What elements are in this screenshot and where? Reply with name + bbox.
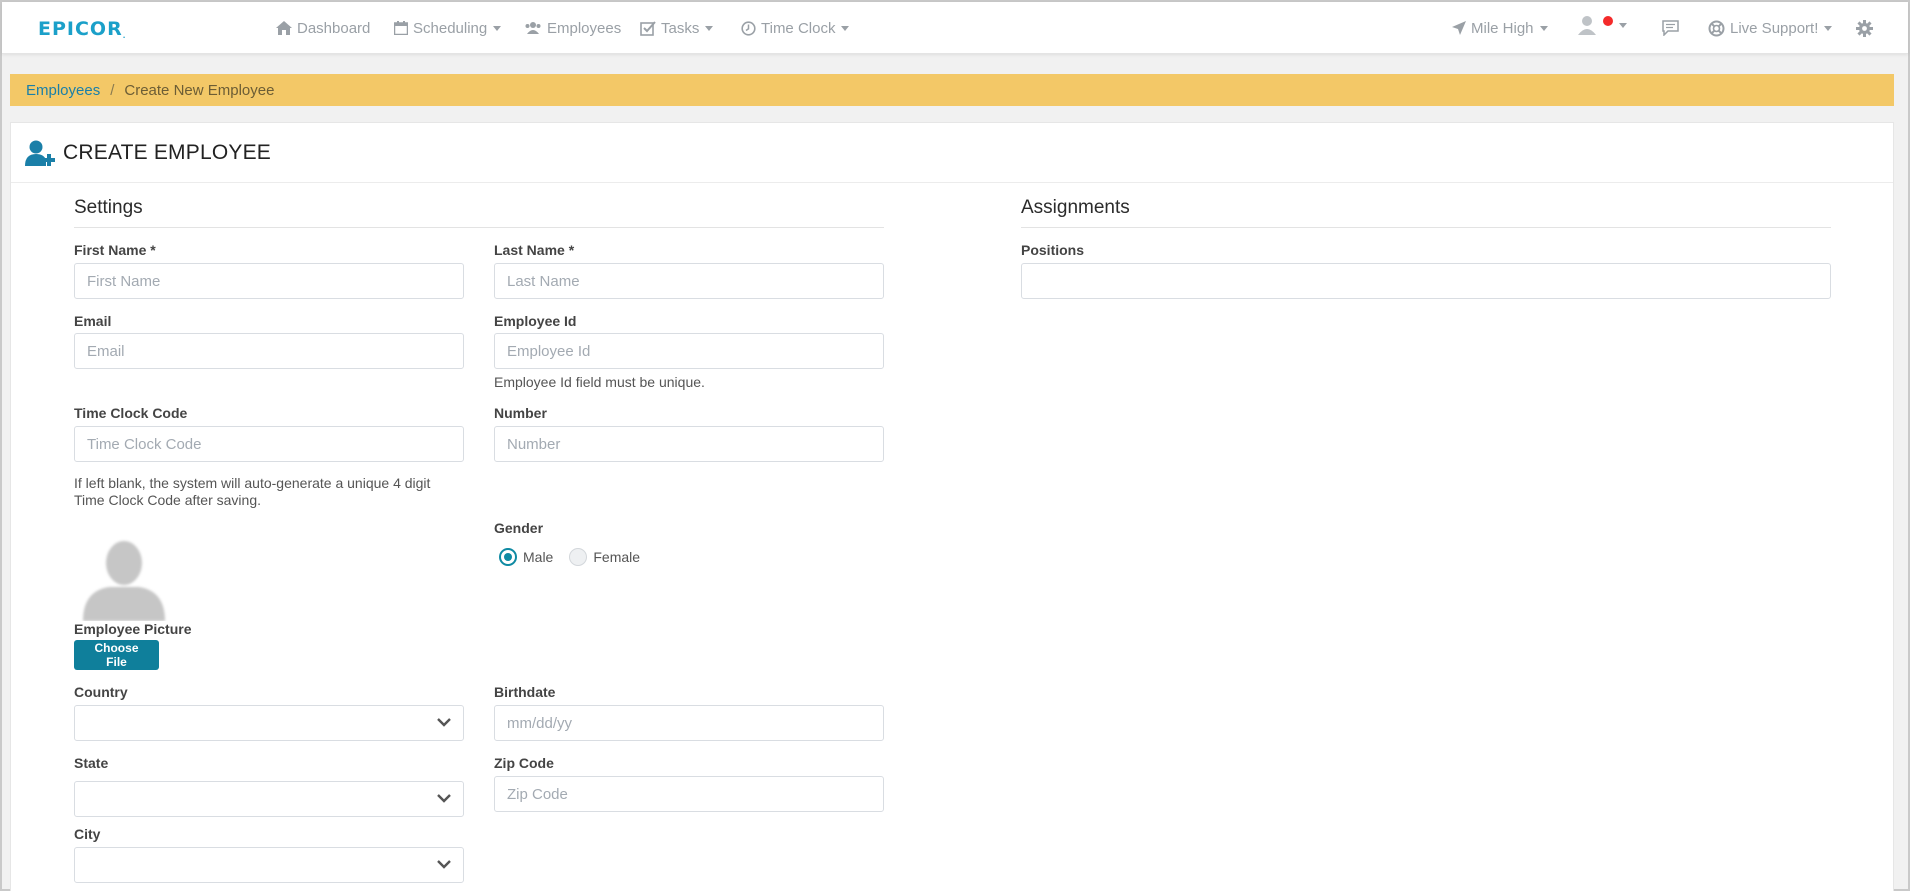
- chevron-down-icon: [1824, 25, 1833, 31]
- nav-scheduling[interactable]: Scheduling: [394, 18, 502, 38]
- nav-live-support[interactable]: Live Support!: [1708, 18, 1833, 38]
- time-clock-code-label: Time Clock Code: [74, 405, 188, 421]
- nav-time-clock-label: Time Clock: [761, 19, 836, 37]
- calendar-icon: [394, 21, 408, 35]
- create-employee-panel: CREATE EMPLOYEE Settings First Name * La…: [10, 122, 1894, 891]
- breadcrumb: Employees / Create New Employee: [10, 74, 1894, 106]
- chevron-down-icon: [1619, 22, 1627, 28]
- nav-live-support-label: Live Support!: [1730, 19, 1819, 37]
- nav-employees[interactable]: Employees: [524, 18, 621, 38]
- chevron-down-icon: [437, 718, 451, 727]
- assignments-heading: Assignments: [1021, 197, 1130, 218]
- birthdate-label: Birthdate: [494, 684, 556, 700]
- country-label: Country: [74, 684, 128, 700]
- nav-time-clock[interactable]: Time Clock: [741, 18, 850, 38]
- nav-tasks[interactable]: Tasks: [640, 18, 714, 38]
- nav-scheduling-label: Scheduling: [413, 19, 488, 37]
- gender-female-label: Female: [593, 549, 641, 565]
- time-clock-code-input[interactable]: [74, 426, 464, 462]
- location-arrow-icon: [1452, 21, 1466, 35]
- check-square-icon: [640, 20, 656, 36]
- panel-header: CREATE EMPLOYEE: [11, 123, 1893, 183]
- settings-button[interactable]: [1856, 18, 1878, 38]
- chevron-down-icon: [705, 25, 714, 31]
- lifebuoy-icon: [1708, 20, 1725, 36]
- employee-id-label: Employee Id: [494, 313, 577, 329]
- chevron-down-icon: [437, 860, 451, 869]
- user-avatar-icon: [1578, 16, 1596, 35]
- chevron-down-icon: [437, 794, 451, 803]
- time-clock-code-help: If left blank, the system will auto-gene…: [74, 475, 431, 508]
- notification-dot: [1603, 16, 1613, 26]
- choose-file-button[interactable]: Choose File: [74, 640, 159, 670]
- last-name-label: Last Name *: [494, 242, 575, 258]
- employee-picture-label: Employee Picture: [74, 621, 192, 637]
- positions-label: Positions: [1021, 242, 1085, 258]
- settings-divider: [74, 227, 884, 228]
- state-select[interactable]: [74, 781, 464, 817]
- state-label: State: [74, 755, 109, 771]
- breadcrumb-current: Create New Employee: [124, 81, 275, 99]
- zip-code-input[interactable]: [494, 776, 884, 812]
- birthdate-input[interactable]: [494, 705, 884, 741]
- gear-icon: [1856, 19, 1873, 37]
- nav-location-label: Mile High: [1471, 19, 1534, 37]
- employee-id-input[interactable]: [494, 333, 884, 369]
- epicor-logo[interactable]: EPICOR.: [38, 18, 126, 40]
- number-label: Number: [494, 405, 547, 421]
- nav-location[interactable]: Mile High: [1452, 18, 1548, 38]
- user-menu[interactable]: [1578, 15, 1627, 35]
- user-plus-icon: [25, 140, 55, 166]
- employee-id-help: Employee Id field must be unique.: [494, 374, 705, 390]
- email-label: Email: [74, 313, 112, 329]
- chevron-down-icon: [841, 25, 850, 31]
- nav-dashboard-label: Dashboard: [297, 19, 371, 37]
- nav-dashboard[interactable]: Dashboard: [276, 18, 370, 38]
- positions-multiselect[interactable]: [1021, 263, 1831, 299]
- nav-employees-label: Employees: [547, 19, 622, 37]
- radio-male[interactable]: [499, 548, 517, 566]
- gender-radio-group: Male Female: [499, 548, 656, 566]
- users-icon: [525, 22, 541, 34]
- page-title: CREATE EMPLOYEE: [63, 140, 271, 164]
- chevron-down-icon: [493, 25, 502, 31]
- email-input[interactable]: [74, 333, 464, 369]
- assignments-divider: [1021, 227, 1831, 228]
- first-name-label: First Name *: [74, 242, 156, 258]
- top-navbar: EPICOR. Dashboard Scheduling Employees T…: [2, 2, 1908, 54]
- gender-male-option[interactable]: Male: [499, 548, 553, 566]
- chat-icon: [1662, 20, 1679, 36]
- city-select[interactable]: [74, 847, 464, 883]
- home-icon: [276, 21, 292, 35]
- gender-label: Gender: [494, 520, 544, 536]
- number-input[interactable]: [494, 426, 884, 462]
- breadcrumb-employees-link[interactable]: Employees: [26, 82, 100, 99]
- first-name-input[interactable]: [74, 263, 464, 299]
- last-name-input[interactable]: [494, 263, 884, 299]
- gender-male-label: Male: [523, 549, 554, 565]
- chevron-down-icon: [1539, 25, 1548, 31]
- country-select[interactable]: [74, 705, 464, 741]
- radio-female[interactable]: [569, 548, 588, 566]
- zip-code-label: Zip Code: [494, 755, 554, 771]
- settings-heading: Settings: [74, 197, 143, 218]
- chat-button[interactable]: [1662, 18, 1684, 38]
- gender-female-option[interactable]: Female: [569, 548, 640, 566]
- city-label: City: [74, 826, 101, 842]
- clock-icon: [741, 20, 756, 36]
- employee-picture-placeholder: [83, 541, 165, 621]
- nav-tasks-label: Tasks: [661, 19, 700, 37]
- breadcrumb-separator: /: [110, 81, 115, 99]
